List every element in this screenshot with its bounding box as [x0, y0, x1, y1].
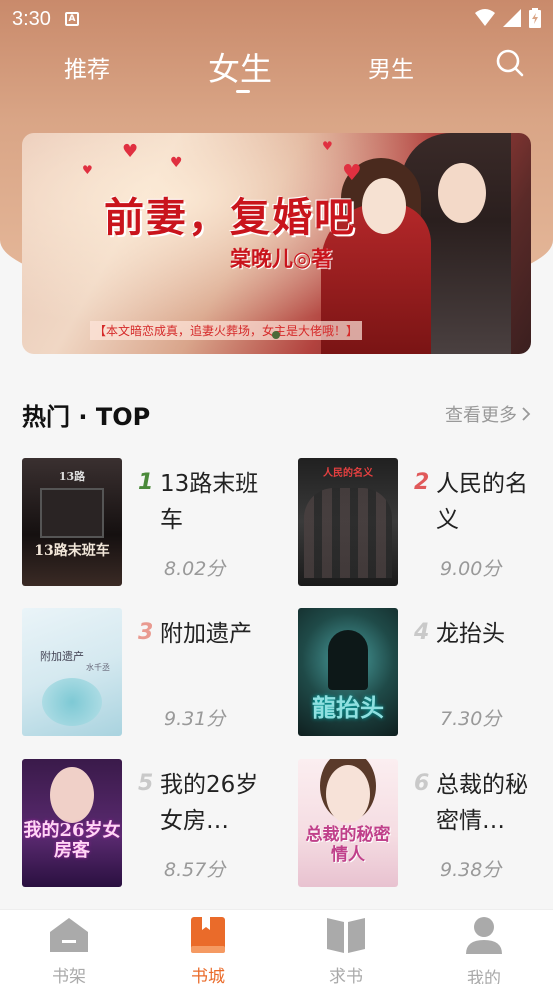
cover-face — [326, 765, 370, 823]
cover-bus-window — [40, 488, 104, 538]
banner-face-woman — [362, 178, 406, 234]
book-score: 8.57分 — [164, 859, 226, 881]
book-rank: 3 — [138, 620, 154, 645]
nav-profile[interactable]: 我的 — [444, 916, 524, 984]
category-tabs: 推荐 女生 男生 — [0, 40, 553, 100]
tab-recommend[interactable]: 推荐 — [64, 50, 110, 84]
heart-icon: ♥ — [170, 155, 183, 171]
book-item[interactable]: 龍抬头 4 龙抬头 7.30分 — [298, 608, 538, 738]
tab-indicator — [236, 90, 250, 93]
book-title: 13路末班车 — [160, 471, 259, 533]
heart-icon: ♥ — [342, 161, 362, 186]
book-rank: 2 — [414, 470, 430, 495]
book-title: 人民的名义 — [436, 471, 528, 533]
nav-bookstore[interactable]: 书城 — [168, 916, 248, 984]
battery-icon — [529, 8, 541, 28]
book-score: 7.30分 — [440, 708, 502, 730]
book-rank: 6 — [414, 771, 430, 796]
nav-label: 求书 — [329, 967, 363, 984]
book-title: 龙抬头 — [436, 621, 505, 647]
nav-label: 我的 — [467, 969, 501, 984]
cover-title-text: 人民的名义 — [323, 468, 373, 479]
book-cover: 我的26岁女房客 — [22, 759, 122, 887]
book-item[interactable]: 我的26岁女房客 5 我的26岁女房… 8.57分 — [22, 759, 262, 889]
cover-top-text: 13路 — [58, 470, 86, 483]
banner-tagline: 【本文暗恋成真，追妻火葬场，女主是大佬哦！】 — [90, 321, 363, 340]
book-score: 9.38分 — [440, 859, 502, 881]
book-cover: 附加遗产 水千丞 — [22, 608, 122, 736]
search-icon[interactable] — [495, 48, 525, 78]
cover-title-text: 总裁的秘密情人 — [305, 825, 391, 865]
section-title: 热门 · TOP — [22, 403, 151, 431]
heart-icon: ♥ — [322, 139, 333, 153]
home-icon — [50, 918, 88, 952]
view-more-link[interactable]: 查看更多 — [445, 401, 531, 427]
book-item[interactable]: 总裁的秘密情人 6 总裁的秘密情… 9.38分 — [298, 759, 538, 889]
book-item[interactable]: 13路 13路末班车 1 13路末班车 8.02分 — [22, 458, 262, 588]
book-title: 我的26岁女房… — [160, 772, 259, 834]
book-icon — [191, 917, 225, 953]
cover-face — [50, 767, 94, 823]
book-rank: 4 — [414, 620, 430, 645]
banner-pager — [272, 331, 280, 339]
book-cover: 总裁的秘密情人 — [298, 759, 398, 887]
hot-top-section-header: 热门 · TOP 查看更多 — [22, 395, 531, 431]
pager-dot-active — [272, 331, 280, 339]
book-cover: 人民的名义 — [298, 458, 398, 586]
cover-figure — [328, 630, 368, 690]
view-more-label: 查看更多 — [445, 405, 517, 426]
banner-author: 棠晚儿◎著 — [230, 246, 333, 271]
cover-title-text: 我的26岁女房客 — [23, 820, 121, 861]
user-icon — [466, 917, 502, 954]
cover-author-text: 水千丞 — [86, 663, 110, 672]
book-score: 9.00分 — [440, 558, 502, 580]
book-cover: 13路 13路末班车 — [22, 458, 122, 586]
book-rank: 1 — [138, 470, 154, 495]
heart-icon: ♥ — [122, 141, 139, 162]
notification-icon: A — [64, 12, 79, 26]
nav-label: 书城 — [191, 967, 225, 984]
book-item[interactable]: 人民的名义 2 人民的名义 9.00分 — [298, 458, 538, 588]
book-title: 附加遗产 — [160, 621, 252, 647]
cover-title-text: 13路末班车 — [34, 543, 110, 559]
cover-flower — [42, 678, 102, 726]
book-item[interactable]: 附加遗产 水千丞 3 附加遗产 9.31分 — [22, 608, 262, 738]
cover-title-text: 龍抬头 — [312, 693, 384, 722]
book-rank: 5 — [138, 771, 154, 796]
book-score: 9.31分 — [164, 708, 226, 730]
nav-label: 书架 — [52, 967, 86, 984]
nav-request-book[interactable]: 求书 — [306, 916, 386, 984]
bottom-nav: 书架 书城 求书 我的 — [0, 909, 553, 984]
status-time: 3:30 — [12, 7, 51, 30]
cover-crowd — [304, 488, 392, 578]
heart-icon: ♥ — [82, 163, 93, 177]
banner-face-man — [438, 163, 486, 223]
status-bar: 3:30 A — [0, 0, 553, 38]
tab-male[interactable]: 男生 — [368, 50, 414, 84]
promo-banner[interactable]: ♥ ♥ ♥ ♥ ♥ 前妻，复婚吧 棠晚儿◎著 【本文暗恋成真，追妻火葬场，女主是… — [22, 133, 531, 354]
book-cover: 龍抬头 — [298, 608, 398, 736]
nav-bookshelf[interactable]: 书架 — [29, 916, 109, 984]
signal-icon — [503, 9, 521, 27]
open-book-icon — [327, 918, 365, 953]
book-title: 总裁的秘密情… — [436, 772, 528, 834]
tab-female[interactable]: 女生 — [208, 44, 272, 90]
banner-title: 前妻，复婚吧 — [104, 194, 356, 241]
chevron-right-icon — [522, 407, 531, 421]
wifi-icon — [475, 9, 495, 26]
book-score: 8.02分 — [164, 558, 226, 580]
